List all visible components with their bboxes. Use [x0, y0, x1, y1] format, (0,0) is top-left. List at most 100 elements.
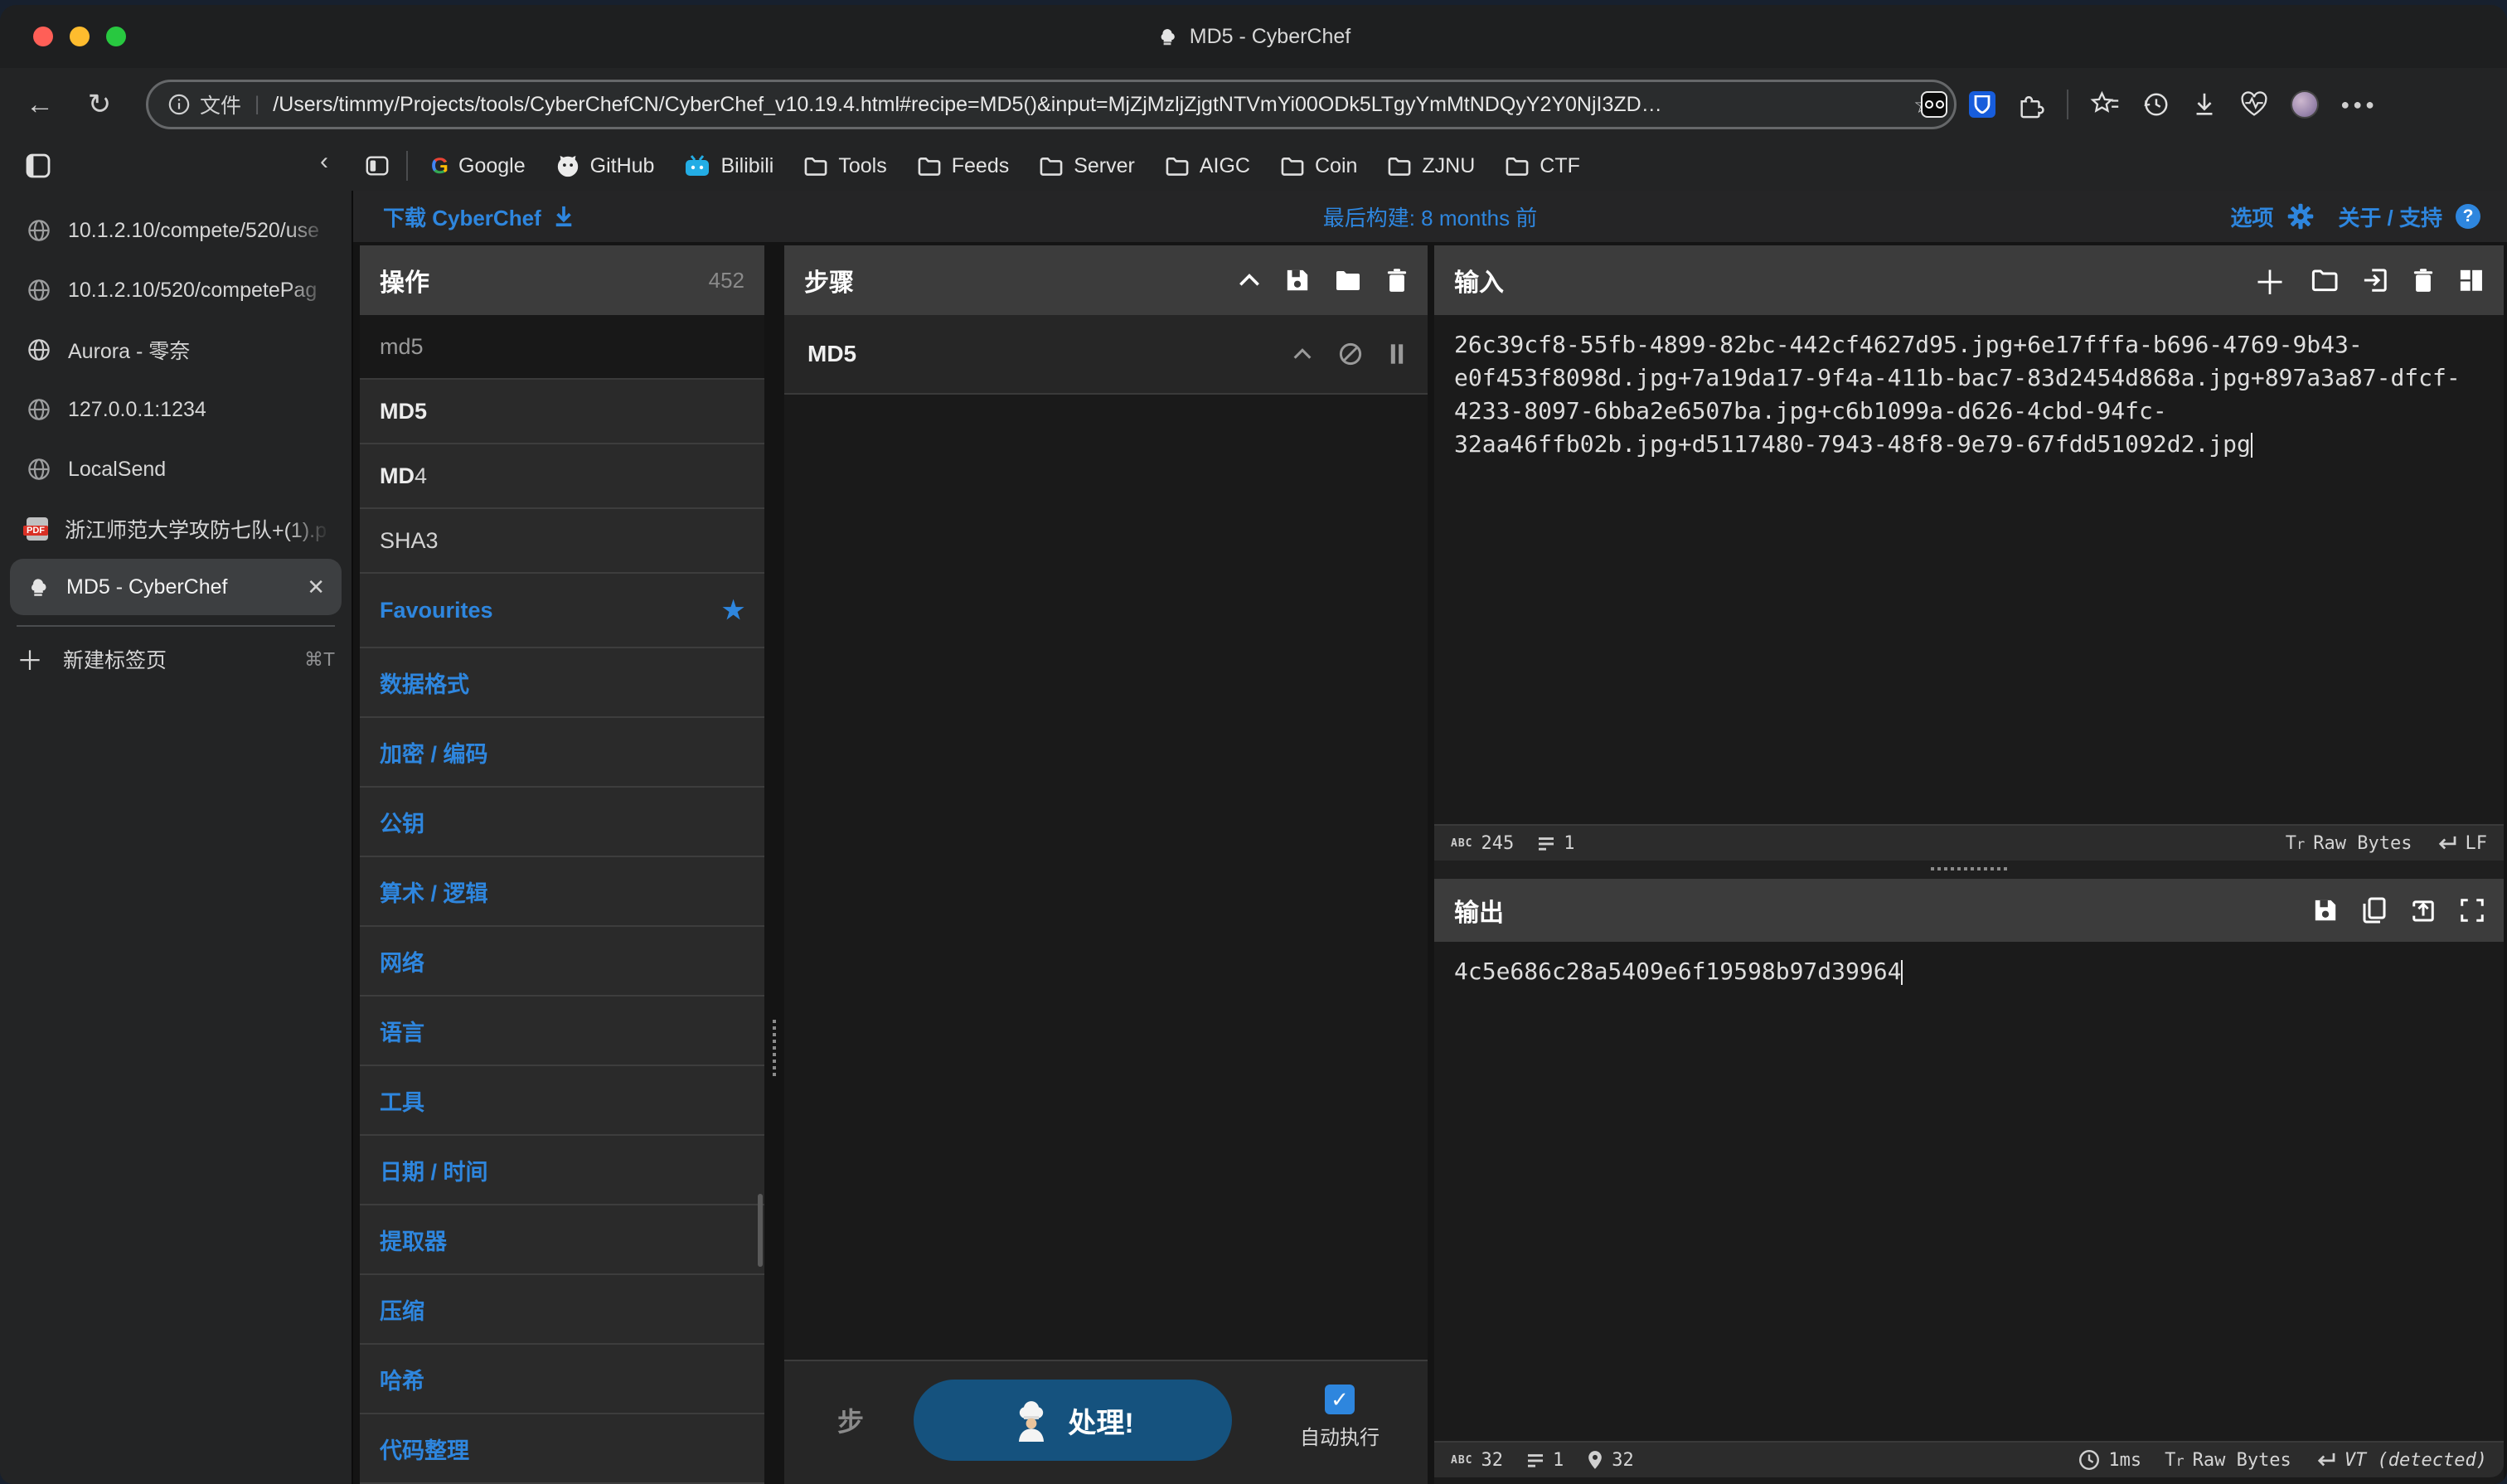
recipe-panel: 步骤 MD5 步	[784, 245, 1428, 1484]
window-title-wrap: MD5 - CyberChef	[0, 5, 2507, 68]
category-item[interactable]: 公钥	[360, 788, 764, 857]
tab-actions-icon[interactable]	[25, 153, 51, 179]
bookmark-folder-feeds[interactable]: Feeds	[910, 154, 1016, 178]
gear-icon[interactable]	[2286, 202, 2315, 230]
recipe-step-md5[interactable]: MD5	[784, 315, 1428, 395]
bookmark-folder-coin[interactable]: Coin	[1273, 154, 1364, 178]
tab-item[interactable]: LocalSend	[0, 439, 352, 499]
clear-input-trash-icon[interactable]	[2412, 268, 2434, 293]
category-item[interactable]: 日期 / 时间	[360, 1136, 764, 1205]
output-encoding-selector[interactable]: Tr Raw Bytes	[2165, 1450, 2291, 1471]
browser-essentials-icon[interactable]	[2239, 91, 2269, 118]
input-eol-selector[interactable]: LF	[2436, 833, 2488, 854]
profile-avatar[interactable]	[2291, 90, 2319, 119]
auto-bake-control[interactable]: ✓ 自动执行	[1292, 1385, 1388, 1450]
collapse-chevron-icon[interactable]	[1239, 274, 1260, 287]
splitter-handle-icon	[773, 1020, 776, 1076]
operations-search-input[interactable]: md5	[360, 315, 764, 380]
bookmark-folder-ctf[interactable]: CTF	[1498, 154, 1587, 178]
url-scheme-label: 文件	[200, 90, 241, 119]
input-encoding-selector[interactable]: Tr Raw Bytes	[2286, 833, 2412, 854]
tab-item[interactable]: 10.1.2.10/compete/520/use	[0, 201, 352, 260]
downloads-icon[interactable]	[2191, 90, 2218, 119]
extension-circles-icon[interactable]	[1921, 91, 1947, 118]
address-bar[interactable]: 文件 | /Users/timmy/Projects/tools/CyberCh…	[146, 80, 1957, 129]
bookmark-folder-tools[interactable]: Tools	[797, 154, 893, 178]
operation-sha3[interactable]: SHA3	[360, 509, 764, 574]
category-item[interactable]: 算术 / 逻辑	[360, 857, 764, 927]
chefhat-favicon-icon	[27, 575, 50, 599]
step-collapse-icon[interactable]	[1293, 348, 1312, 360]
category-item[interactable]: 网络	[360, 927, 764, 997]
tab-item[interactable]: PDF 浙江师范大学攻防七队+(1).p	[0, 499, 352, 559]
bitwarden-shield-icon[interactable]	[1969, 91, 1995, 118]
pause-step-icon[interactable]	[1389, 344, 1404, 364]
collapse-sidebar-icon[interactable]: ‹	[320, 148, 328, 176]
bookmark-bilibili[interactable]: Bilibili	[677, 154, 780, 178]
copy-output-icon[interactable]	[2363, 897, 2386, 924]
open-input-icon[interactable]	[2363, 268, 2388, 293]
favourites-star-icon: ★	[722, 596, 744, 625]
panel-splitter-vertical-2[interactable]	[1428, 245, 1434, 1484]
input-textarea[interactable]: 26c39cf8-55fb-4899-82bc-442cf4627d95.jpg…	[1434, 315, 2504, 824]
disable-step-icon[interactable]	[1338, 342, 1363, 366]
about-support-link[interactable]: 关于 / 支持	[2338, 201, 2442, 232]
more-menu-icon[interactable]: ●●●	[2340, 96, 2378, 114]
history-icon[interactable]	[2141, 90, 2170, 119]
operation-md5[interactable]: MD5	[360, 380, 764, 444]
plus-icon: ＋	[17, 640, 43, 678]
bookmark-github[interactable]: GitHub	[549, 153, 662, 178]
auto-bake-checkbox[interactable]: ✓	[1325, 1385, 1355, 1414]
category-item[interactable]: 压缩	[360, 1275, 764, 1345]
save-output-icon[interactable]	[2313, 898, 2338, 923]
options-link[interactable]: 选项	[2230, 201, 2273, 232]
titlebar: MD5 - CyberChef	[0, 5, 2507, 68]
input-tabs-layout-icon[interactable]	[2459, 268, 2484, 293]
output-textarea[interactable]: 4c5e686c28a5409e6f19598b97d39964	[1434, 942, 2504, 988]
tab-item[interactable]: 10.1.2.10/520/competePag	[0, 260, 352, 320]
replace-input-with-output-icon[interactable]	[2411, 898, 2436, 923]
operations-scrollbar[interactable]	[758, 1194, 763, 1267]
save-recipe-icon[interactable]	[1285, 268, 1310, 293]
new-tab-button[interactable]: ＋ 新建标签页 ⌘T	[17, 625, 335, 678]
category-favourites[interactable]: Favourites ★	[360, 574, 764, 648]
open-file-folder-icon[interactable]	[2311, 269, 2338, 292]
bake-button[interactable]: 处理!	[914, 1380, 1232, 1461]
category-item[interactable]: 工具	[360, 1066, 764, 1136]
bookmark-google[interactable]: G Google	[424, 153, 532, 179]
tab-item-active[interactable]: MD5 - CyberChef ✕	[10, 559, 342, 615]
favorites-star-icon[interactable]	[2090, 90, 2120, 119]
output-cursor-position: 32	[1587, 1449, 1634, 1471]
category-item[interactable]: 语言	[360, 997, 764, 1066]
url-text[interactable]: /Users/timmy/Projects/tools/CyberChefCN/…	[273, 93, 1900, 117]
globe-icon	[27, 278, 51, 303]
load-recipe-folder-icon[interactable]	[1335, 269, 1361, 292]
step-button[interactable]: 步	[837, 1401, 864, 1439]
category-item[interactable]: 加密 / 编码	[360, 718, 764, 788]
extensions-puzzle-icon[interactable]	[2017, 90, 2045, 119]
clear-recipe-trash-icon[interactable]	[1386, 268, 1408, 293]
output-footer: ABC 32 1 32 1ms	[1434, 1441, 2504, 1477]
panel-splitter-vertical[interactable]	[764, 245, 784, 1484]
maximize-output-icon[interactable]	[2461, 899, 2484, 922]
category-item[interactable]: 数据格式	[360, 648, 764, 718]
bookmarks-panel-icon[interactable]	[365, 153, 390, 178]
site-info[interactable]: 文件	[168, 90, 241, 119]
io-splitter-horizontal[interactable]	[1434, 861, 2504, 879]
refresh-icon[interactable]: ↻	[76, 88, 123, 121]
bookmark-folder-zjnu[interactable]: ZJNU	[1380, 154, 1481, 178]
output-eol-selector[interactable]: VT (detected)	[2315, 1450, 2487, 1471]
back-icon[interactable]: ←	[17, 89, 63, 121]
bookmark-folder-server[interactable]: Server	[1032, 154, 1142, 178]
category-item[interactable]: 哈希	[360, 1345, 764, 1414]
bookmark-folder-aigc[interactable]: AIGC	[1158, 154, 1257, 178]
close-tab-icon[interactable]: ✕	[307, 575, 325, 600]
tab-item[interactable]: 127.0.0.1:1234	[0, 380, 352, 439]
input-header: 输入 ＋	[1434, 245, 2504, 315]
operation-md4[interactable]: MD4	[360, 444, 764, 509]
tab-item[interactable]: Aurora - 零奈	[0, 320, 352, 380]
category-item[interactable]: 代码整理	[360, 1414, 764, 1484]
help-question-icon[interactable]: ?	[2456, 204, 2480, 229]
category-item[interactable]: 提取器	[360, 1205, 764, 1275]
add-input-tab-icon[interactable]: ＋	[2253, 256, 2286, 304]
